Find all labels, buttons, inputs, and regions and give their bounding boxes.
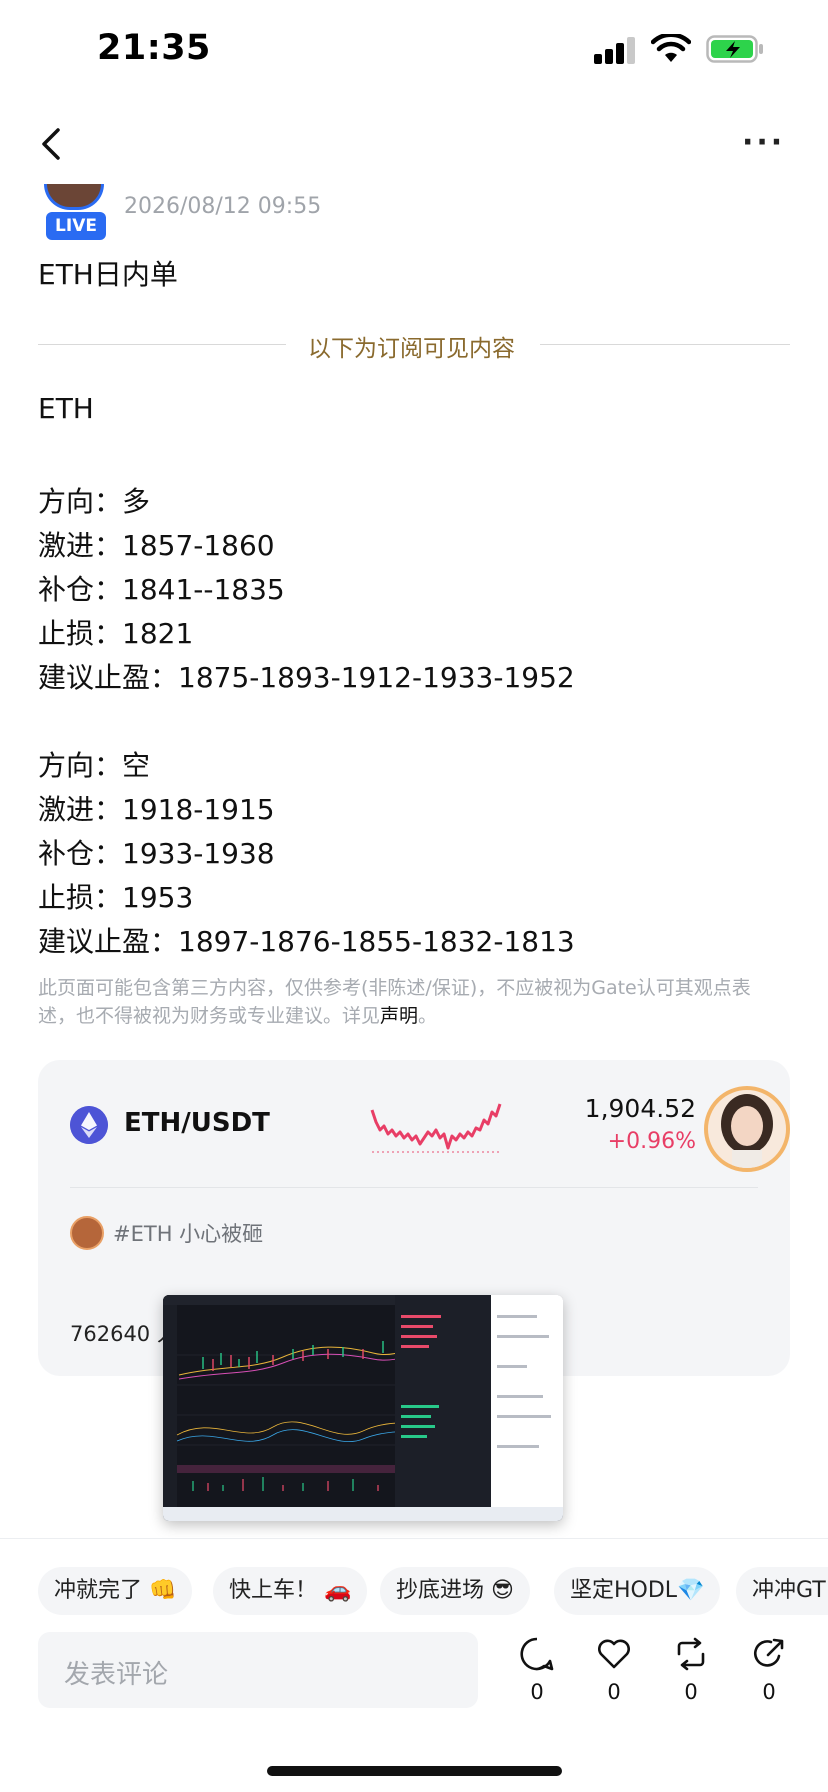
disclaimer: 此页面可能包含第三方内容，仅供参考(非陈述/保证)，不应被视为Gate认可其观点… (38, 974, 778, 1030)
home-indicator[interactable] (267, 1766, 562, 1776)
back-arrow-icon[interactable] (36, 124, 68, 164)
price-change: +0.96% (607, 1129, 696, 1154)
repost-count: 0 (684, 1680, 698, 1704)
current-price: 1,904.52 (584, 1094, 696, 1123)
battery-charging-icon (706, 35, 763, 63)
people-count: 762640 人 (70, 1322, 178, 1346)
body-asset: ETH (38, 392, 94, 425)
long-aggressive-entry: 激进：1857-1860 (38, 529, 275, 562)
subscriber-content-divider: 以下为订阅可见内容 (308, 336, 515, 362)
candlestick-chart-image (163, 1295, 491, 1509)
quick-reply-chip[interactable]: 冲冲GT (736, 1567, 828, 1615)
card-divider (70, 1187, 758, 1188)
bottom-separator (0, 1538, 828, 1539)
repost-icon (677, 1637, 705, 1671)
comment-icon (520, 1637, 554, 1671)
short-add-position: 补仓：1933-1938 (38, 837, 275, 870)
like-count: 0 (607, 1680, 621, 1704)
disclaimer-end: 。 (418, 1005, 438, 1027)
floating-assistant-avatar[interactable] (704, 1086, 790, 1172)
comment-button[interactable]: 0 (512, 1636, 562, 1716)
short-take-profit: 建议止盈：1897-1876-1855-1832-1813 (38, 925, 575, 958)
post-timestamp: 2026/08/12 09:55 (124, 194, 322, 219)
comment-placeholder: 发表评论 (64, 1660, 169, 1690)
quick-reply-chip[interactable]: 抄底进场 😎 (380, 1567, 530, 1615)
status-bar: 21:35 (0, 0, 828, 100)
repost-button[interactable]: 0 (666, 1636, 716, 1716)
taskbar-image (163, 1507, 563, 1521)
short-aggressive-entry: 激进：1918-1915 (38, 793, 275, 826)
status-time: 21:35 (97, 28, 211, 68)
quick-reply-chip[interactable]: 冲就完了 👊 (38, 1567, 193, 1615)
long-take-profit: 建议止盈：1875-1893-1912-1933-1952 (38, 661, 575, 694)
long-direction: 方向：多 (38, 485, 151, 518)
trading-pair: ETH/USDT (124, 1108, 270, 1138)
more-options-button[interactable]: ··· (742, 128, 788, 162)
live-badge: LIVE (46, 212, 106, 240)
divider-line-left (38, 344, 286, 345)
like-button[interactable]: 0 (589, 1636, 639, 1716)
disclaimer-link[interactable]: 声明 (380, 1005, 418, 1027)
comment-count: 0 (530, 1680, 544, 1704)
cellular-signal-icon (594, 36, 638, 64)
divider-line-right (540, 344, 790, 345)
share-button[interactable]: 0 (744, 1636, 794, 1716)
heart-icon (598, 1639, 630, 1669)
wifi-icon (651, 34, 691, 62)
side-panel-image (491, 1295, 563, 1509)
price-sparkline (370, 1103, 502, 1153)
topic-hashtag[interactable]: #ETH 小心被砸 (113, 1218, 263, 1248)
quick-reply-chip[interactable]: 快上车！ 🚗 (213, 1567, 368, 1615)
long-add-position: 补仓：1841--1835 (38, 573, 285, 606)
post-title: ETH日内单 (38, 258, 178, 291)
short-direction: 方向：空 (38, 749, 151, 782)
topic-avatar (70, 1216, 104, 1250)
share-count: 0 (762, 1680, 776, 1704)
chart-screenshot-thumbnail[interactable] (163, 1295, 563, 1521)
share-icon (753, 1638, 784, 1667)
long-stop-loss: 止损：1821 (38, 617, 194, 650)
short-stop-loss: 止损：1953 (38, 881, 194, 914)
eth-logo-icon (70, 1106, 108, 1144)
quick-reply-chip[interactable]: 坚定HODL💎 (554, 1567, 721, 1615)
